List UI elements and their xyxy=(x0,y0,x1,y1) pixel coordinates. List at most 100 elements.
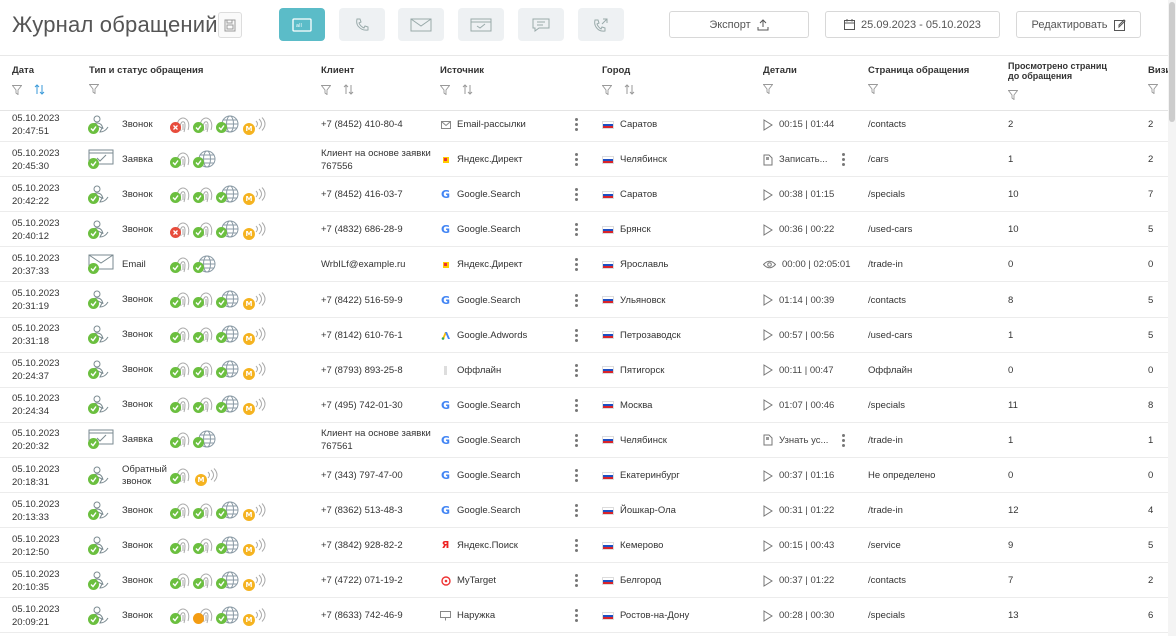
filter-icon[interactable] xyxy=(89,84,99,94)
row-menu-button[interactable] xyxy=(572,563,580,598)
sort-icon[interactable] xyxy=(343,84,354,95)
table-row[interactable]: 05.10.2023 20:24:34 Звонок M +7 (495) 742-01… xyxy=(0,388,1168,423)
column-controls[interactable] xyxy=(602,84,635,95)
client-cell[interactable]: +7 (4722) 071-19-2 xyxy=(321,563,431,598)
row-menu-button[interactable] xyxy=(572,212,580,247)
column-controls[interactable] xyxy=(12,84,45,95)
scrollbar[interactable] xyxy=(1168,0,1176,636)
sort-icon[interactable] xyxy=(624,84,635,95)
table-row[interactable]: 05.10.2023 20:18:31 Обратный звонок M +7 (34… xyxy=(0,458,1168,493)
client-cell[interactable]: +7 (8362) 513-48-3 xyxy=(321,493,431,528)
table-row[interactable]: 05.10.2023 20:42:22 Звонок M +7 (8452) 416-0… xyxy=(0,177,1168,213)
details-cell[interactable]: 00:37 | 01:16 xyxy=(763,458,834,493)
table-row[interactable]: 05.10.2023 20:20:32 Заявка Клиент на основе… xyxy=(0,423,1168,458)
column-controls[interactable] xyxy=(1148,84,1158,94)
filter-icon[interactable] xyxy=(602,84,612,95)
details-cell[interactable]: 00:28 | 00:30 xyxy=(763,598,834,633)
client-cell[interactable]: +7 (8793) 893-25-8 xyxy=(321,353,431,388)
column-controls[interactable] xyxy=(440,84,473,95)
row-menu-button[interactable] xyxy=(572,423,580,458)
save-report-button[interactable] xyxy=(218,12,242,38)
details-cell[interactable]: Узнать ус... xyxy=(763,423,846,458)
filter-all-button[interactable]: all xyxy=(279,8,325,41)
client-cell[interactable]: +7 (8422) 516-59-9 xyxy=(321,283,431,318)
table-row[interactable]: 05.10.2023 20:12:50 Звонок M +7 (3842) 928-8… xyxy=(0,528,1168,564)
filter-chat-button[interactable] xyxy=(518,8,564,41)
table-row[interactable]: 05.10.2023 20:13:33 Звонок M +7 (8362) 513-4… xyxy=(0,493,1168,529)
type-label: Заявка xyxy=(122,153,153,165)
client-cell[interactable]: +7 (8452) 416-03-7 xyxy=(321,177,431,212)
details-cell[interactable]: 00:15 | 01:44 xyxy=(763,107,834,142)
row-menu-button[interactable] xyxy=(572,458,580,493)
table-row[interactable]: 05.10.2023 20:45:30 Заявка Клиент на основе… xyxy=(0,142,1168,178)
date-text: 05.10.2023 xyxy=(12,498,60,510)
table-row[interactable]: 05.10.2023 20:31:18 Звонок M +7 (8142) 610-7… xyxy=(0,318,1168,353)
table-row[interactable]: 05.10.2023 20:47:51 Звонок M +7 (8452) 410-8… xyxy=(0,107,1168,142)
row-menu-button[interactable] xyxy=(572,142,580,177)
row-menu-button[interactable] xyxy=(572,107,580,142)
client-cell[interactable]: +7 (495) 742-01-30 xyxy=(321,388,431,423)
client-cell[interactable]: +7 (4832) 686-28-9 xyxy=(321,212,431,247)
table-row[interactable]: 05.10.2023 20:40:12 Звонок M +7 (4832) 686-2… xyxy=(0,212,1168,248)
client-cell[interactable]: Клиент на основе заявки 767556 xyxy=(321,142,431,177)
filter-icon[interactable] xyxy=(12,84,22,95)
edit-button[interactable]: Редактировать xyxy=(1016,11,1141,38)
row-menu-button[interactable] xyxy=(572,528,580,563)
row-menu-button[interactable] xyxy=(572,493,580,528)
table-row[interactable]: 05.10.2023 20:31:19 Звонок M +7 (8422) 516-5… xyxy=(0,283,1168,318)
filter-calls-button[interactable] xyxy=(339,8,385,41)
filter-callback-button[interactable] xyxy=(578,8,624,41)
export-button[interactable]: Экспорт xyxy=(669,11,809,38)
filter-icon[interactable] xyxy=(1008,90,1018,100)
details-text: 00:38 | 01:15 xyxy=(779,189,835,201)
details-cell[interactable]: 00:15 | 00:43 xyxy=(763,528,834,563)
table-row[interactable]: 05.10.2023 20:10:35 Звонок M +7 (4722) 071-1… xyxy=(0,563,1168,599)
filter-email-button[interactable] xyxy=(398,8,444,41)
row-menu-button[interactable] xyxy=(572,318,580,353)
details-cell[interactable]: 00:31 | 01:22 xyxy=(763,493,834,528)
details-cell[interactable]: 00:00 | 02:05:01 xyxy=(763,247,851,282)
client-cell[interactable]: +7 (3842) 928-82-2 xyxy=(321,528,431,563)
details-cell[interactable]: 00:37 | 01:22 xyxy=(763,563,834,598)
column-controls[interactable] xyxy=(1008,90,1018,100)
client-cell[interactable]: +7 (8142) 610-76-1 xyxy=(321,318,431,353)
row-menu-button[interactable] xyxy=(572,353,580,388)
details-cell[interactable]: 00:38 | 01:15 xyxy=(763,177,834,212)
details-cell[interactable]: 00:57 | 00:56 xyxy=(763,318,834,353)
filter-icon[interactable] xyxy=(321,84,331,95)
column-controls[interactable] xyxy=(763,84,773,94)
details-cell[interactable]: 00:36 | 00:22 xyxy=(763,212,834,247)
date-text: 05.10.2023 xyxy=(12,288,60,299)
details-cell[interactable]: Записать... xyxy=(763,142,845,177)
row-menu-button[interactable] xyxy=(572,388,580,423)
sort-icon[interactable] xyxy=(34,84,45,95)
filter-icon[interactable] xyxy=(1148,84,1158,94)
client-cell[interactable]: Клиент на основе заявки 767561 xyxy=(321,423,431,458)
source-cell: Яндекс.Директ xyxy=(440,142,523,177)
table-row[interactable]: 05.10.2023 20:24:37 Звонок M +7 (8793) 893-2… xyxy=(0,353,1168,388)
details-cell[interactable]: 00:11 | 00:47 xyxy=(763,353,834,388)
table-row[interactable]: 05.10.2023 20:09:21 Звонок M +7 (8633) 742-4… xyxy=(0,598,1168,634)
row-menu-button[interactable] xyxy=(572,177,580,212)
column-controls[interactable] xyxy=(868,84,878,94)
source-label: Google.Search xyxy=(457,294,521,306)
details-cell[interactable]: 01:14 | 00:39 xyxy=(763,283,834,318)
client-cell[interactable]: +7 (343) 797-47-00 xyxy=(321,458,431,493)
client-cell[interactable]: WrbILf@example.ru xyxy=(321,247,431,282)
details-cell[interactable]: 01:07 | 00:46 xyxy=(763,388,834,423)
client-cell[interactable]: +7 (8633) 742-46-9 xyxy=(321,598,431,633)
sort-icon[interactable] xyxy=(462,84,473,95)
client-cell[interactable]: +7 (8452) 410-80-4 xyxy=(321,107,431,142)
scrollbar-thumb[interactable] xyxy=(1169,2,1175,122)
row-menu-button[interactable] xyxy=(572,598,580,633)
filter-icon[interactable] xyxy=(763,84,773,94)
row-menu-button[interactable] xyxy=(572,247,580,282)
column-controls[interactable] xyxy=(321,84,354,95)
filter-icon[interactable] xyxy=(868,84,878,94)
filter-icon[interactable] xyxy=(440,84,450,95)
date-range-button[interactable]: 25.09.2023 - 05.10.2023 xyxy=(825,11,1000,38)
column-controls[interactable] xyxy=(89,84,99,94)
table-row[interactable]: 05.10.2023 20:37:33 Email WrbILf@example.ru… xyxy=(0,247,1168,283)
row-menu-button[interactable] xyxy=(572,283,580,318)
filter-requests-button[interactable] xyxy=(458,8,504,41)
